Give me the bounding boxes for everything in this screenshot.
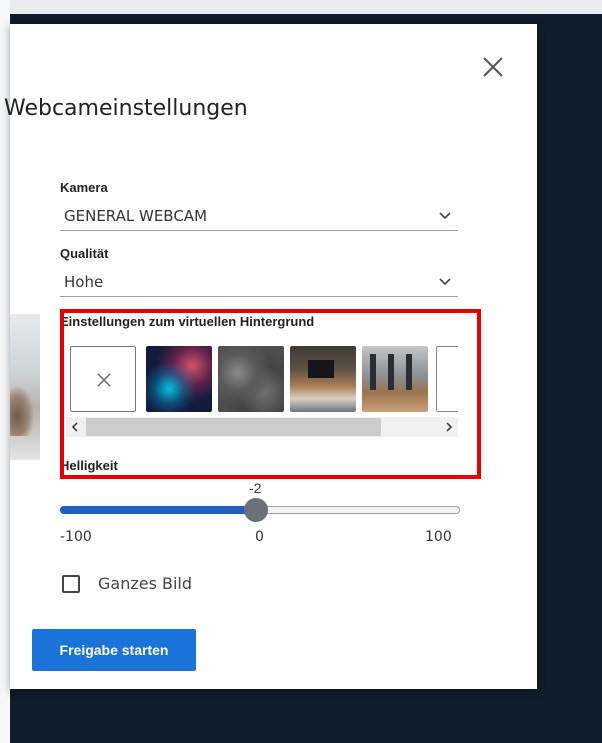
brightness-slider-fill [60, 506, 256, 514]
webcam-settings-dialog: Webcameinstellungen Kamera GENERAL WEBCA… [4, 24, 537, 689]
dialog-title: Webcameinstellungen [4, 96, 248, 121]
quality-select-value: Hohe [64, 273, 104, 291]
brightness-slider-handle[interactable] [244, 498, 268, 522]
fullscreen-checkbox-label: Ganzes Bild [98, 574, 193, 593]
close-button[interactable] [478, 52, 508, 82]
start-sharing-button[interactable]: Freigabe starten [32, 629, 196, 671]
brightness-min-label: -100 [60, 529, 92, 545]
chevron-down-icon [439, 278, 451, 286]
webcam-preview [10, 314, 40, 460]
camera-select[interactable]: GENERAL WEBCAM [60, 203, 458, 231]
quality-select[interactable]: Hohe [60, 269, 458, 297]
brightness-max-label: 100 [425, 529, 452, 545]
brightness-center-label: 0 [255, 529, 264, 545]
background-window-strip [0, 0, 602, 14]
brightness-value: -2 [249, 480, 262, 496]
chevron-down-icon [439, 212, 451, 220]
highlight-box [60, 309, 481, 479]
preview-image [10, 386, 34, 436]
camera-label: Kamera [60, 180, 108, 195]
quality-label: Qualität [60, 246, 109, 261]
checkbox-box[interactable] [62, 575, 80, 593]
camera-select-value: GENERAL WEBCAM [64, 207, 208, 225]
close-icon [483, 57, 503, 77]
